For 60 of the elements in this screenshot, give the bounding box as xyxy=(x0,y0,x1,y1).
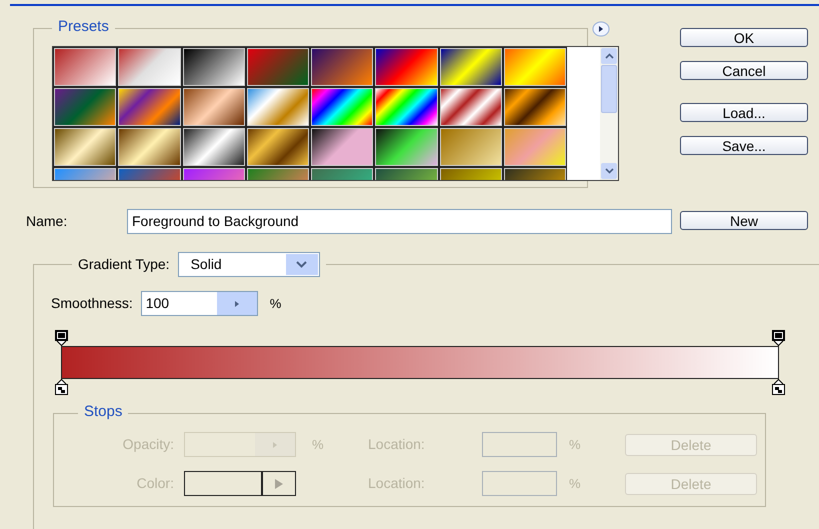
gradient-swatch[interactable] xyxy=(440,88,502,126)
field-label: Color: xyxy=(136,474,175,493)
gradient-swatch[interactable] xyxy=(375,88,438,126)
location-field[interactable] xyxy=(482,471,557,496)
dialog-button[interactable]: Save... xyxy=(680,136,808,155)
unit-label: % xyxy=(568,474,582,493)
name-field[interactable]: Foreground to Background xyxy=(127,209,672,234)
field-label: Name: xyxy=(26,212,68,231)
menu-arrow-icon[interactable] xyxy=(592,21,610,37)
field-label: Location: xyxy=(368,474,426,493)
gradient-swatch[interactable] xyxy=(375,48,438,86)
group-title: Stops xyxy=(78,404,128,419)
opacity-stop-icon[interactable] xyxy=(772,330,785,346)
slider-arrow-icon xyxy=(234,300,240,308)
unit-label: % xyxy=(270,294,282,313)
gradient-swatch[interactable] xyxy=(182,128,245,166)
color-swatch-field[interactable] xyxy=(184,471,296,496)
field-label: Gradient Type: xyxy=(78,255,170,274)
opacity-field[interactable] xyxy=(184,432,296,457)
opacity-stop-icon[interactable] xyxy=(55,330,68,346)
gradient-preview-bar[interactable] xyxy=(61,346,779,379)
unit-label: % xyxy=(311,436,325,454)
gradient-swatch[interactable] xyxy=(246,88,309,126)
gradient-swatch[interactable] xyxy=(311,48,374,86)
dialog-button[interactable]: Load... xyxy=(680,103,808,122)
dialog-button[interactable]: OK xyxy=(680,28,808,47)
gradient-swatch[interactable] xyxy=(311,88,374,126)
gradient-swatch[interactable] xyxy=(311,128,374,166)
gradient-swatch[interactable] xyxy=(118,88,180,126)
field-label: Smoothness: xyxy=(51,294,133,313)
dialog-button[interactable]: Cancel xyxy=(680,61,808,80)
field-label: Location: xyxy=(368,435,426,454)
gradient-swatch[interactable] xyxy=(118,48,180,86)
unit-label: % xyxy=(568,436,582,454)
gradient-swatch[interactable] xyxy=(118,128,180,166)
play-arrow-icon xyxy=(274,478,284,490)
gradient-swatch[interactable] xyxy=(504,128,566,166)
color-stop-icon[interactable] xyxy=(55,379,68,395)
smoothness-field[interactable]: 100 xyxy=(140,291,258,316)
field-label: Opacity: xyxy=(122,435,175,454)
gradient-swatch[interactable] xyxy=(375,128,438,166)
gradient-swatch[interactable] xyxy=(54,48,116,86)
dialog-button[interactable]: New xyxy=(680,211,808,230)
color-stop-icon[interactable] xyxy=(772,379,785,395)
slider-arrow-icon xyxy=(272,440,278,448)
gradient-swatch[interactable] xyxy=(440,128,502,166)
scroll-thumb[interactable] xyxy=(601,65,617,113)
gradient-swatch[interactable] xyxy=(440,48,502,86)
gradient-swatch[interactable] xyxy=(182,48,245,86)
gradient-swatch[interactable] xyxy=(504,88,566,126)
gradient-swatch[interactable] xyxy=(54,128,116,166)
gradient-swatch[interactable] xyxy=(246,128,309,166)
group-title: Presets xyxy=(52,19,115,34)
gradient-swatch[interactable] xyxy=(246,48,309,86)
gradient-swatch[interactable] xyxy=(182,88,245,126)
scrollbar[interactable] xyxy=(600,47,618,180)
location-field[interactable] xyxy=(482,432,557,457)
gradient-type-select[interactable]: Solid xyxy=(178,252,320,277)
gradient-swatch[interactable] xyxy=(504,48,566,86)
gradient-swatch[interactable] xyxy=(54,88,116,126)
